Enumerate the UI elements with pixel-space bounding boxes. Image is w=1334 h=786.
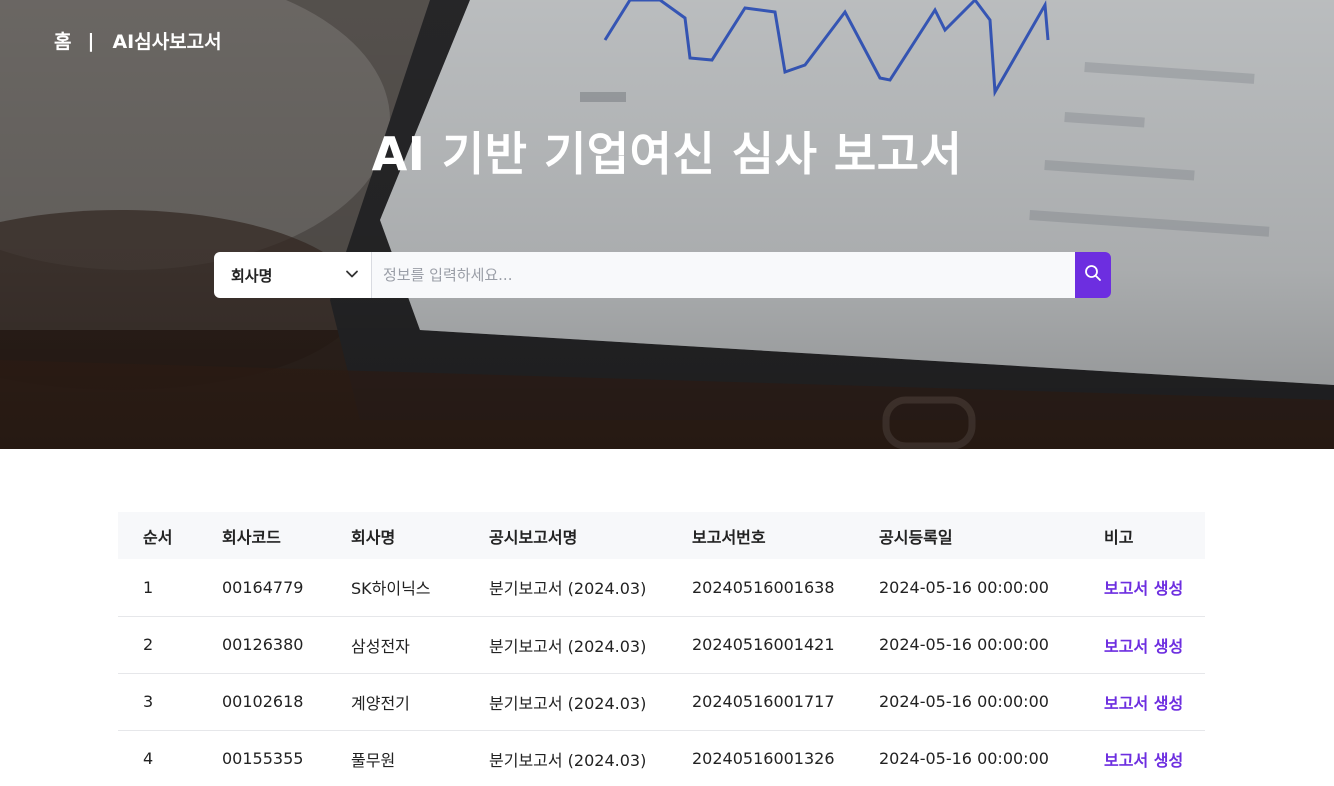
breadcrumb-current[interactable]: AI심사보고서 bbox=[112, 27, 221, 54]
cell-company-code: 00126380 bbox=[222, 616, 351, 674]
cell-order: 3 bbox=[118, 673, 222, 731]
report-table: 순서 회사코드 회사명 공시보고서명 보고서번호 공시등록일 비고 1 0016… bbox=[118, 512, 1205, 786]
cell-registration-date: 2024-05-16 00:00:00 bbox=[879, 749, 1049, 769]
cell-registration-date: 2024-05-16 00:00:00 bbox=[879, 616, 1104, 674]
search-button[interactable] bbox=[1075, 252, 1111, 298]
cell-report-name: 분기보고서 (2024.03) bbox=[489, 750, 647, 770]
cell-remarks: 보고서 생성 bbox=[1104, 559, 1205, 617]
generate-report-link[interactable]: 보고서 생성 bbox=[1104, 751, 1183, 770]
cell-registration-date: 2024-05-16 00:00:00 bbox=[879, 673, 1104, 731]
cell-report-number: 20240516001326 bbox=[692, 749, 835, 769]
cell-order: 2 bbox=[118, 616, 222, 674]
cell-company-name: 풀무원 bbox=[351, 750, 396, 770]
breadcrumb-home[interactable]: 홈 bbox=[54, 27, 71, 54]
cell-company-name: 계양전기 bbox=[351, 673, 489, 731]
chevron-down-icon bbox=[345, 266, 359, 285]
cell-report-number: 20240516001638 bbox=[692, 559, 879, 617]
search-field-select[interactable]: 회사명 bbox=[214, 252, 372, 298]
table-row: 1 00164779 SK하이닉스 분기보고서 (2024.03) 202405… bbox=[118, 559, 1205, 617]
cell-remarks: 보고서 생성 bbox=[1104, 673, 1205, 731]
breadcrumb-separator: | bbox=[87, 29, 95, 52]
search-input[interactable] bbox=[372, 252, 1075, 298]
header-remarks: 비고 bbox=[1104, 527, 1134, 547]
generate-report-link[interactable]: 보고서 생성 bbox=[1104, 637, 1183, 656]
search-field-selected: 회사명 bbox=[231, 266, 273, 285]
cell-report-name: 분기보고서 (2024.03) bbox=[489, 616, 692, 674]
cell-report-name: 분기보고서 (2024.03) bbox=[489, 559, 692, 617]
header-order: 순서 bbox=[143, 527, 173, 547]
hero-banner: 홈 | AI심사보고서 AI 기반 기업여신 심사 보고서 회사명 bbox=[0, 0, 1334, 449]
cell-report-number: 20240516001421 bbox=[692, 616, 879, 674]
search-icon bbox=[1084, 264, 1102, 286]
cell-order: 1 bbox=[118, 559, 222, 617]
cell-company-code: 00155355 bbox=[222, 749, 304, 769]
cell-remarks: 보고서 생성 bbox=[1104, 730, 1205, 786]
generate-report-link[interactable]: 보고서 생성 bbox=[1104, 694, 1183, 713]
page-title: AI 기반 기업여신 심사 보고서 bbox=[371, 127, 963, 181]
table-row: 3 00102618 계양전기 분기보고서 (2024.03) 20240516… bbox=[118, 673, 1205, 731]
cell-order: 4 bbox=[143, 749, 154, 769]
header-company-code: 회사코드 bbox=[222, 527, 281, 547]
cell-registration-date: 2024-05-16 00:00:00 bbox=[879, 559, 1104, 617]
table-row: 4 00155355 풀무원 분기보고서 (2024.03) 202405160… bbox=[118, 730, 1205, 786]
cell-report-number: 20240516001717 bbox=[692, 673, 879, 731]
breadcrumb: 홈 | AI심사보고서 bbox=[54, 27, 222, 54]
cell-company-code: 00102618 bbox=[222, 673, 351, 731]
header-report-number: 보고서번호 bbox=[692, 527, 766, 547]
cell-company-code: 00164779 bbox=[222, 559, 351, 617]
cell-company-name: 삼성전자 bbox=[351, 616, 489, 674]
generate-report-link[interactable]: 보고서 생성 bbox=[1104, 579, 1183, 598]
header-registration-date: 공시등록일 bbox=[879, 527, 953, 547]
cell-report-name: 분기보고서 (2024.03) bbox=[489, 673, 692, 731]
table-header-row: 순서 회사코드 회사명 공시보고서명 보고서번호 공시등록일 비고 bbox=[118, 512, 1205, 559]
search-bar: 회사명 bbox=[214, 252, 1111, 298]
hero-overlay bbox=[0, 0, 1334, 449]
header-company-name: 회사명 bbox=[351, 527, 396, 547]
cell-remarks: 보고서 생성 bbox=[1104, 616, 1205, 674]
cell-company-name: SK하이닉스 bbox=[351, 559, 489, 617]
table-row: 2 00126380 삼성전자 분기보고서 (2024.03) 20240516… bbox=[118, 616, 1205, 674]
header-report-name: 공시보고서명 bbox=[489, 527, 578, 547]
